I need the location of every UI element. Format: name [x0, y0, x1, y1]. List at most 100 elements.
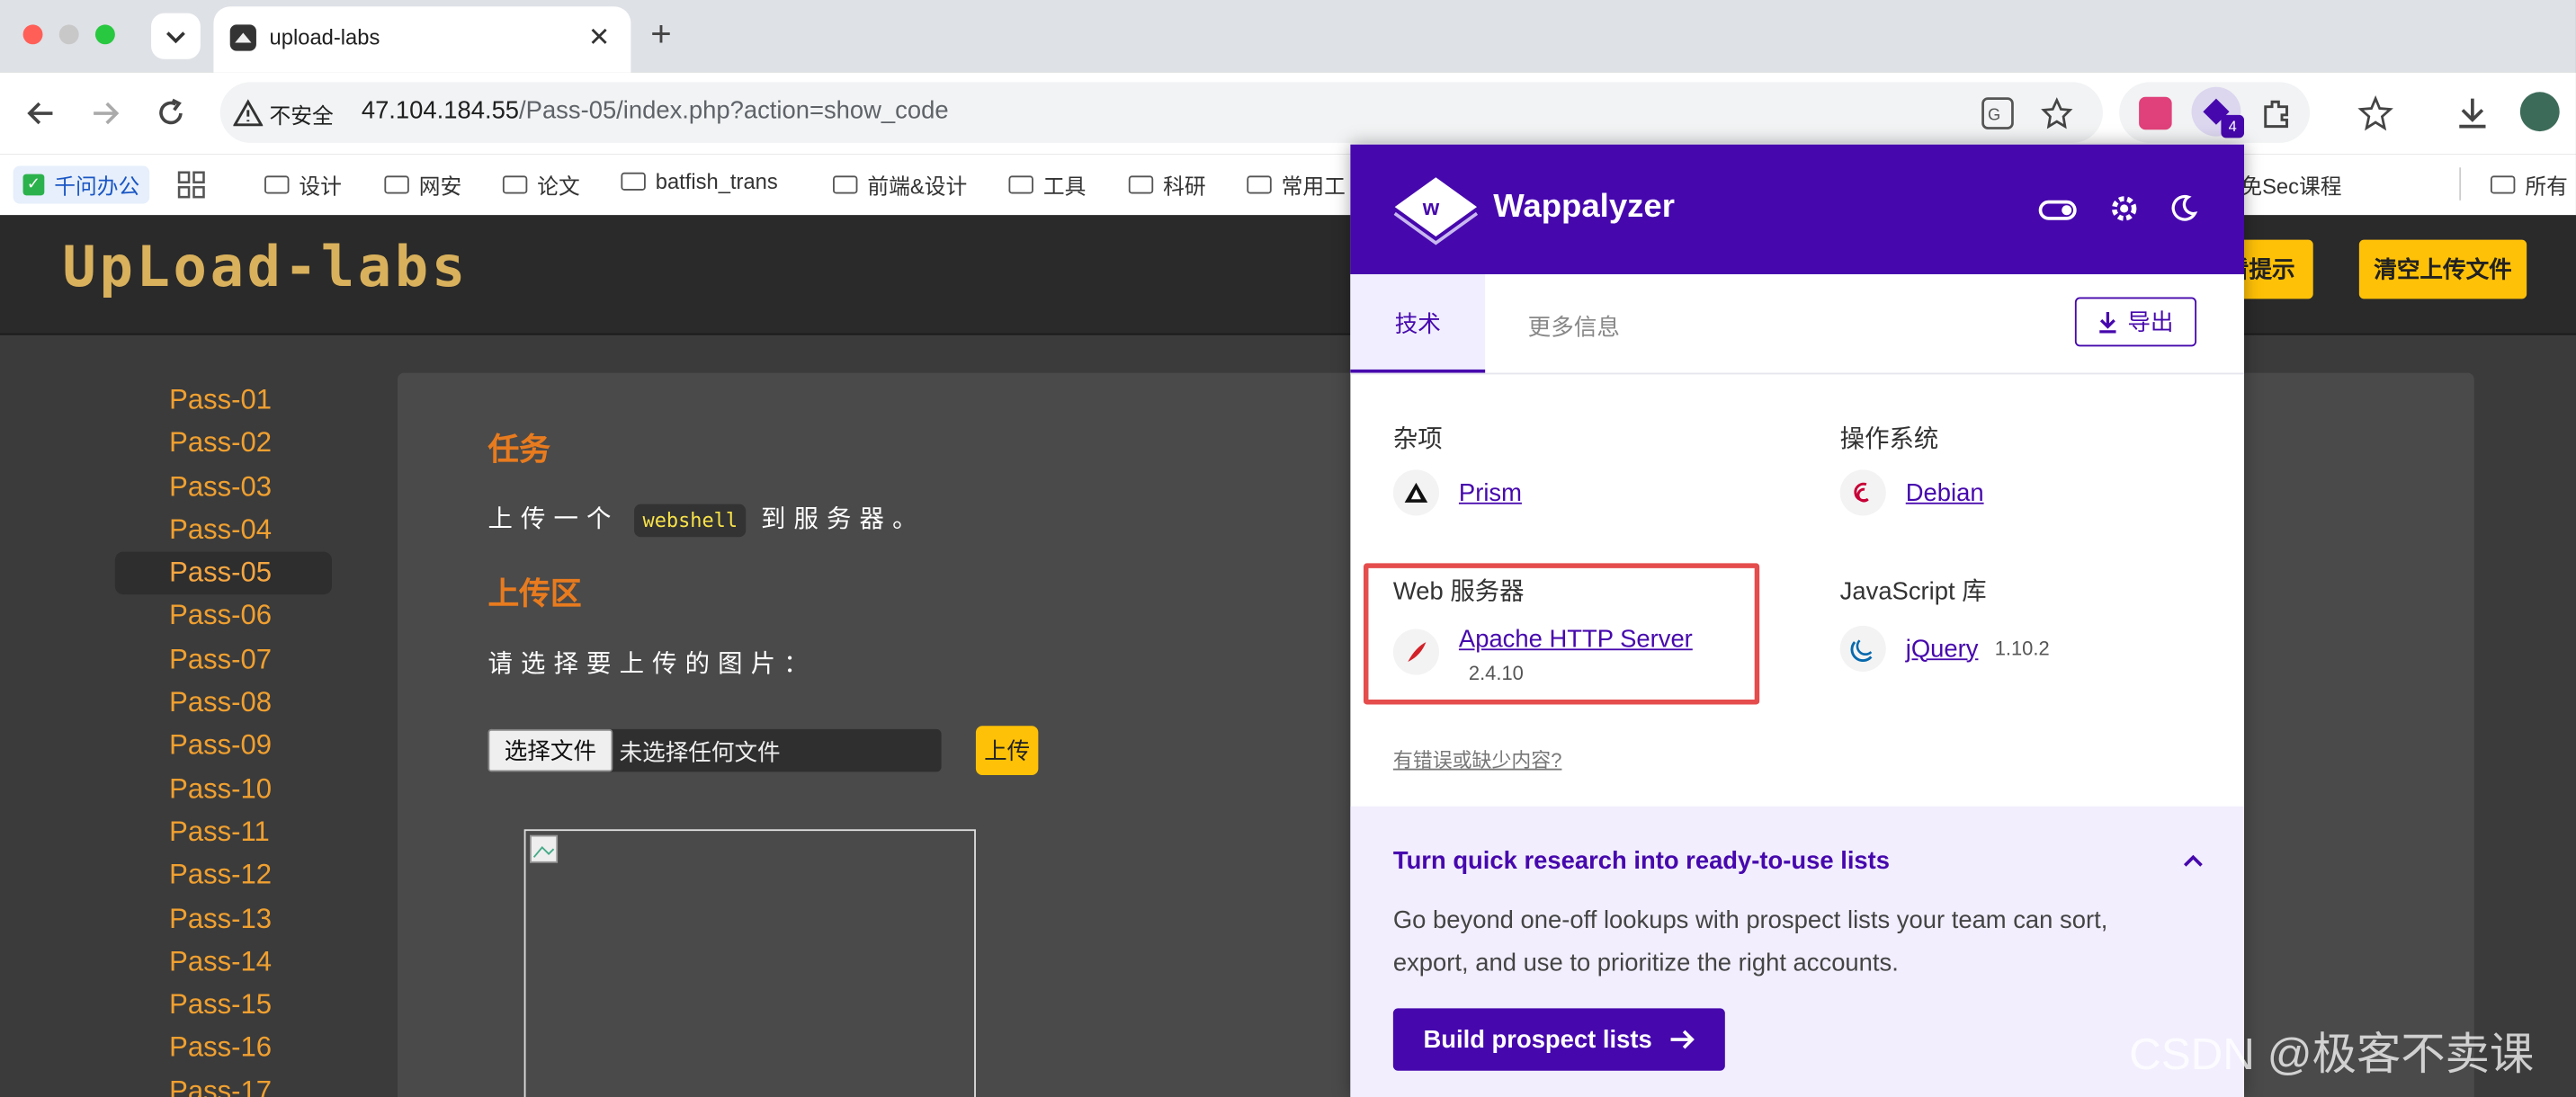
choose-file-button[interactable]: 选择文件 [487, 728, 613, 772]
upload-button[interactable]: 上传 [975, 726, 1039, 776]
folder-icon [384, 175, 409, 194]
sidebar-item-pass-02[interactable]: Pass-02 [115, 423, 332, 466]
sidebar-item-pass-09[interactable]: Pass-09 [115, 725, 332, 768]
tab-strip: upload-labs ✕ + [0, 0, 2576, 73]
bookmark-partial[interactable]: 免Sec课程 [2241, 169, 2341, 201]
upload-title: 上传区 [487, 577, 582, 613]
popup-header: w Wappalyzer [1350, 144, 2244, 274]
sidebar-item-pass-17[interactable]: Pass-17 [115, 1070, 332, 1097]
download-icon[interactable] [2455, 95, 2491, 131]
bookmark-folder[interactable]: 网安 [384, 169, 461, 201]
close-window-button[interactable] [22, 24, 43, 45]
arrow-right-icon [1669, 1030, 1695, 1049]
profile-avatar[interactable] [2519, 92, 2560, 132]
tech-version: 1.10.2 [1994, 637, 2050, 661]
sidebar-item-pass-11[interactable]: Pass-11 [115, 811, 332, 854]
tech-link[interactable]: Prism [1459, 478, 1522, 506]
bookmark-star-icon[interactable] [2041, 97, 2074, 130]
tech-link[interactable]: jQuery [1906, 635, 1979, 663]
bookmark-label: 千问办公 [54, 174, 140, 199]
bookmark-qianwen[interactable]: ✓ 千问办公 [13, 165, 150, 204]
bookmark-folder[interactable]: 科研 [1128, 169, 1206, 201]
promo-title: Turn quick research into ready-to-use li… [1392, 847, 1891, 876]
sidebar-item-pass-16[interactable]: Pass-16 [115, 1027, 332, 1070]
chevron-up-icon[interactable] [2182, 852, 2205, 869]
tab-search-button[interactable] [151, 13, 201, 59]
check-icon: ✓ [22, 174, 45, 196]
security-label[interactable]: 不安全 [270, 99, 334, 130]
debian-icon [1839, 469, 1886, 516]
clear-uploads-button[interactable]: 清空上传文件 [2358, 239, 2527, 299]
tech-link[interactable]: Debian [1906, 478, 1984, 506]
folder-icon [2490, 175, 2516, 194]
report-issue-link[interactable]: 有错误或缺少内容? [1393, 745, 1562, 773]
category-title: 杂项 [1392, 425, 1443, 454]
jquery-icon [1839, 625, 1886, 672]
toggle-knob [2062, 205, 2072, 216]
tab-technologies[interactable]: 技术 [1350, 273, 1486, 373]
bookmark-label: 网安 [418, 174, 462, 199]
address-bar[interactable]: 不安全 47.104.184.55/Pass-05/index.php?acti… [219, 82, 2103, 143]
folder-icon [833, 175, 858, 194]
warning-icon [233, 99, 264, 127]
minimize-window-button[interactable] [58, 24, 79, 45]
tab-title: upload-labs [269, 24, 380, 49]
bookmarks-list-icon[interactable] [2357, 95, 2393, 131]
sidebar-item-pass-08[interactable]: Pass-08 [115, 682, 332, 725]
apps-grid-icon[interactable] [177, 171, 205, 199]
sidebar-item-pass-14[interactable]: Pass-14 [115, 941, 332, 984]
gear-icon[interactable] [2109, 194, 2139, 224]
sidebar-item-pass-04[interactable]: Pass-04 [115, 509, 332, 552]
back-icon[interactable] [23, 95, 59, 131]
sidebar-item-pass-15[interactable]: Pass-15 [115, 984, 332, 1027]
translate-extension-icon[interactable] [2139, 96, 2172, 130]
bookmark-label: 工具 [1042, 174, 1087, 199]
category-title: JavaScript 库 [1839, 577, 1987, 606]
sidebar-item-pass-03[interactable]: Pass-03 [115, 466, 332, 509]
sidebar-item-pass-06[interactable]: Pass-06 [115, 595, 332, 638]
all-bookmarks-folder[interactable]: 所有 [2490, 169, 2568, 201]
translate-icon[interactable]: G [1981, 97, 2015, 130]
divider [2459, 167, 2462, 201]
bookmark-label: 前端&设计 [867, 174, 968, 199]
image-preview [523, 829, 976, 1097]
tab-close-icon[interactable]: ✕ [588, 22, 610, 55]
sidebar-item-pass-01[interactable]: Pass-01 [115, 379, 332, 423]
bookmark-folder[interactable]: 论文 [502, 169, 580, 201]
sidebar-item-pass-12[interactable]: Pass-12 [115, 854, 332, 897]
new-tab-button[interactable]: + [650, 13, 671, 56]
site-logo[interactable]: UpLoad-labs [62, 235, 468, 300]
bookmark-label: 免Sec课程 [2241, 174, 2342, 199]
bookmark-label: 科研 [1163, 174, 1206, 199]
popup-title: Wappalyzer [1493, 189, 1675, 226]
sidebar-item-pass-05[interactable]: Pass-05 [114, 551, 332, 596]
file-input[interactable]: 选择文件 未选择任何文件 [487, 728, 942, 772]
sidebar-item-pass-10[interactable]: Pass-10 [115, 768, 332, 811]
sidebar-item-pass-07[interactable]: Pass-07 [115, 638, 332, 682]
bookmark-folder[interactable]: 常用工 [1247, 169, 1346, 201]
sidebar-item-pass-13[interactable]: Pass-13 [115, 897, 332, 941]
maximize-window-button[interactable] [94, 24, 115, 45]
bookmark-folder[interactable]: 前端&设计 [833, 169, 967, 201]
reload-icon[interactable] [153, 95, 189, 131]
puzzle-icon[interactable] [2260, 97, 2294, 130]
browser-tab[interactable]: upload-labs ✕ [213, 6, 631, 73]
moon-icon[interactable] [2169, 194, 2198, 224]
wappalyzer-extension-button[interactable]: 4 [2191, 86, 2244, 138]
toggle-switch[interactable] [2038, 200, 2077, 220]
url-text[interactable]: 47.104.184.55/Pass-05/index.php?action=s… [362, 97, 949, 125]
promo-panel: Turn quick research into ready-to-use li… [1350, 806, 2244, 1097]
promo-button-label: Build prospect lists [1423, 1025, 1652, 1054]
forward-icon[interactable] [87, 95, 123, 131]
task-description: 上传一个 webshell 到服务器。 [487, 501, 925, 538]
category-title: 操作系统 [1839, 425, 1939, 454]
promo-text: Go beyond one-off lookups with prospect … [1392, 906, 2108, 977]
bookmark-folder[interactable]: 设计 [264, 169, 342, 201]
build-lists-button[interactable]: Build prospect lists [1392, 1008, 1725, 1071]
bookmark-folder[interactable]: 工具 [1008, 169, 1086, 201]
export-button[interactable]: 导出 [2074, 297, 2197, 347]
upload-prompt: 请选择要上传的图片： [487, 650, 817, 679]
bookmark-folder[interactable]: batfish_trans [621, 169, 778, 194]
extension-badge: 4 [2221, 114, 2244, 138]
tab-more-info[interactable]: 更多信息 [1528, 310, 1620, 343]
